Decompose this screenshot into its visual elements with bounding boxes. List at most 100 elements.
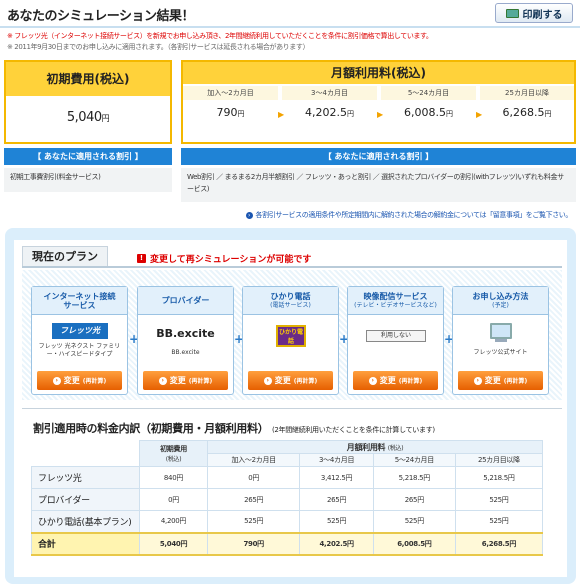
change-phone-button[interactable]: › 変更 (再計算)	[248, 371, 333, 390]
card-title: インターネット接続サービス	[43, 291, 116, 310]
row-label: ひかり電話(基本プラン)	[31, 510, 140, 533]
excite-logo: BB.excite	[156, 327, 215, 340]
arrow-circle-icon: ›	[263, 376, 272, 385]
card-desc: フレッツ 光ネクスト ファミリー・ハイスピードタイプ	[38, 343, 121, 358]
plan-card-hikari-phone: ひかり電話 (電話サービス) ひかり電話 › 変更 (再計算)	[242, 286, 339, 395]
monthly-fee-box: 月額利用料(税込) 加入～2カ月目 3～4カ月目 5～24カ月目 25カ月目以降…	[181, 60, 576, 144]
period-label: 25カ月目以降	[480, 86, 574, 100]
header-divider	[0, 26, 580, 28]
card-title: 映像配信サービス	[363, 291, 428, 301]
table-cell: 265円	[372, 488, 456, 511]
table-cell: 3,412.5円	[299, 466, 374, 489]
conditions-link[interactable]: › 各割引サービスの適用条件や所定期間内に解約された場合の解約金については「留意事…	[245, 210, 572, 220]
total-row: 合計 5,040円 790円 4,202.5円 6,008.5円 6,268.5…	[31, 531, 544, 556]
card-desc: フレッツ公式サイト	[473, 349, 528, 356]
period-value: 790円	[216, 106, 245, 119]
card-title: お申し込み方法	[472, 291, 529, 301]
change-video-button[interactable]: › 変更 (再計算)	[353, 371, 438, 390]
print-label: 印刷する	[522, 9, 563, 21]
period-value: 4,202.5円	[305, 106, 354, 119]
print-button[interactable]: 印刷する	[495, 3, 573, 23]
exclamation-icon: !	[137, 254, 146, 263]
breakdown-title: 割引適用時の料金内訳（初期費用・月額利用料） (2年間継続利用いただくことを条件…	[33, 422, 435, 435]
period-label: 3～4カ月目	[282, 86, 377, 100]
monthly-discount-label: 【 あなたに適用される割引 】	[181, 148, 576, 165]
arrow-circle-icon: ›	[473, 376, 482, 385]
table-cell: 4,200円	[139, 510, 208, 533]
hikari-phone-logo: ひかり電話	[276, 325, 306, 347]
tab-divider	[22, 266, 562, 268]
change-internet-button[interactable]: › 変更 (再計算)	[37, 371, 122, 390]
arrow-circle-icon: ›	[245, 211, 253, 219]
row-label: プロバイダー	[31, 488, 140, 511]
col-initial-header: 初期費用 (税込)	[139, 440, 208, 467]
period-value: 6,008.5円	[404, 106, 453, 119]
arrow-right-icon: ▶	[377, 110, 384, 119]
table-row: ひかり電話(基本プラン) 4,200円 525円 525円 525円 525円	[31, 510, 544, 533]
table-cell: 4,202.5円	[299, 531, 374, 556]
printer-icon	[505, 8, 519, 18]
row-label: 合計	[31, 531, 140, 556]
initial-cost-box: 初期費用(税込) 5,040円	[4, 60, 172, 144]
initial-cost-value: 5,040円	[66, 110, 110, 125]
arrow-right-icon: ▶	[278, 110, 285, 119]
table-cell: 6,008.5円	[372, 531, 456, 556]
table-cell: 525円	[454, 488, 544, 511]
card-subtitle: (電話サービス)	[270, 301, 311, 309]
resimulate-notice: ! 変更して再シミュレーションが可能です	[137, 252, 311, 265]
table-cell: 5,040円	[139, 531, 208, 556]
table-cell: 6,268.5円	[454, 531, 544, 556]
table-cell: 265円	[206, 488, 301, 511]
card-desc: BB.excite	[171, 349, 200, 356]
table-row: フレッツ光 840円 0円 3,412.5円 5,218.5円 5,218.5円	[31, 466, 544, 489]
arrow-right-icon: ▶	[476, 110, 483, 119]
change-application-button[interactable]: › 変更 (再計算)	[458, 371, 543, 390]
page-title: あなたのシミュレーション結果！	[7, 9, 194, 24]
flets-logo: フレッツ光	[52, 323, 108, 339]
initial-cost-heading: 初期費用(税込)	[6, 62, 170, 96]
not-used-label: 利用しない	[366, 330, 426, 342]
row-label: フレッツ光	[31, 466, 140, 489]
period-header: 加入～2カ月目	[206, 453, 301, 467]
table-cell: 0円	[206, 466, 301, 489]
table-cell: 840円	[139, 466, 208, 489]
plan-card-provider: プロバイダー BB.excite BB.excite › 変更 (再計算)	[137, 286, 234, 395]
computer-icon	[490, 323, 512, 339]
period-header: 25カ月目以降	[454, 453, 544, 467]
monthly-fee-heading: 月額利用料(税込)	[183, 62, 574, 84]
period-label: 5～24カ月目	[381, 86, 476, 100]
table-cell: 525円	[372, 510, 456, 533]
plan-card-internet: インターネット接続サービス フレッツ光 フレッツ 光ネクスト ファミリー・ハイス…	[31, 286, 128, 395]
table-cell: 5,218.5円	[454, 466, 544, 489]
card-title: ひかり電話	[270, 291, 311, 301]
table-cell: 5,218.5円	[372, 466, 456, 489]
initial-discount-text: 初期工事費割引(料金サービス)	[4, 168, 172, 192]
period-header: 3～4カ月目	[299, 453, 374, 467]
tab-current-plan[interactable]: 現在のプラン	[22, 246, 108, 266]
table-cell: 265円	[299, 488, 374, 511]
plan-card-application: お申し込み方法 (予定) フレッツ公式サイト › 変更 (再計算)	[452, 286, 549, 395]
breakdown-table: 初期費用 (税込) 月額利用料 (税込) 加入～2カ月目 3～4カ月目 5～24カ…	[31, 440, 544, 556]
table-row: プロバイダー 0円 265円 265円 265円 525円	[31, 488, 544, 511]
arrow-circle-icon: ›	[368, 376, 377, 385]
table-cell: 525円	[454, 510, 544, 533]
arrow-circle-icon: ›	[52, 376, 61, 385]
table-cell: 525円	[299, 510, 374, 533]
monthly-discount-text: Web割引 ／ まるまる2カ月半額割引 ／ フレッツ・あっと割引 ／ 選択された…	[181, 168, 576, 202]
plan-card-video: 映像配信サービス (テレビ・ビデオサービスなど) 利用しない › 変更 (再計算)	[347, 286, 444, 395]
section-divider	[22, 408, 562, 409]
col-monthly-header: 月額利用料 (税込)	[207, 440, 543, 454]
computer-stand-icon	[495, 339, 507, 342]
period-header: 5～24カ月目	[372, 453, 456, 467]
card-subtitle: (テレビ・ビデオサービスなど)	[354, 301, 437, 309]
period-label: 加入～2カ月目	[183, 86, 278, 100]
arrow-circle-icon: ›	[158, 376, 167, 385]
table-cell: 525円	[206, 510, 301, 533]
card-title: プロバイダー	[161, 296, 210, 305]
card-subtitle: (予定)	[492, 301, 509, 309]
table-cell: 0円	[139, 488, 208, 511]
table-cell: 790円	[206, 531, 301, 556]
initial-discount-label: 【 あなたに適用される割引 】	[4, 148, 172, 165]
note-deadline: ※ 2011年9月30日までのお申し込みに適用されます。（各割引サービスは延長さ…	[7, 43, 310, 51]
change-provider-button[interactable]: › 変更 (再計算)	[143, 371, 228, 390]
